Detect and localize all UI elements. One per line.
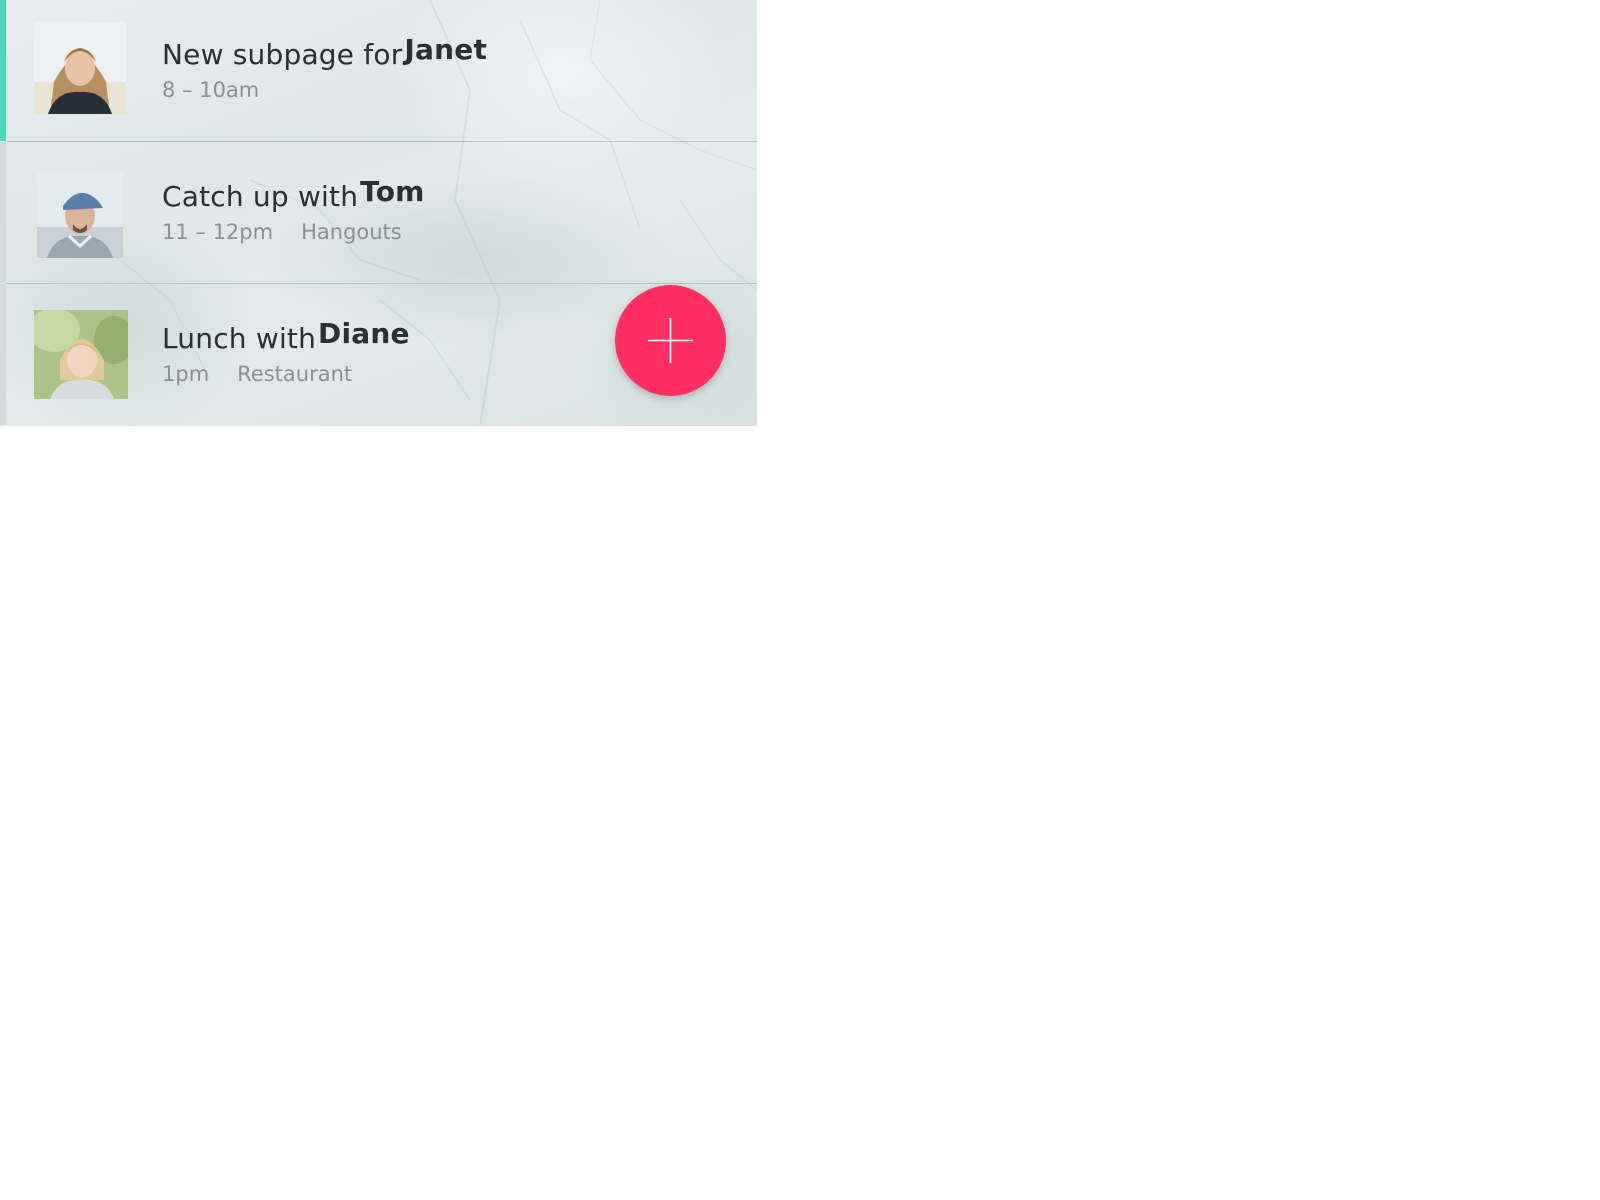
event-time: 1pm <box>162 362 210 386</box>
plus-icon <box>648 318 693 363</box>
event-person-name: Diane <box>318 317 410 350</box>
event-meta: 8 – 10am <box>162 78 259 102</box>
avatar-diane <box>34 310 128 399</box>
avatar-tom <box>37 172 123 258</box>
avatar-janet <box>34 22 126 114</box>
event-title-prefix: Catch up with <box>162 180 359 213</box>
event-location: Hangouts <box>301 220 402 244</box>
event-meta: 1pm Restaurant <box>162 362 352 386</box>
add-event-button[interactable] <box>615 285 726 396</box>
event-title: New subpage forJanet <box>162 33 487 71</box>
event-row-tom[interactable]: Catch up withTom 11 – 12pm Hangouts <box>0 142 757 283</box>
event-location: Restaurant <box>237 362 353 386</box>
event-title-prefix: New subpage for <box>162 38 403 71</box>
event-row-janet[interactable]: New subpage forJanet 8 – 10am <box>0 0 757 141</box>
event-list-panel: New subpage forJanet 8 – 10am Catch up w… <box>0 0 757 426</box>
row-indicator <box>0 142 6 283</box>
event-person-name: Tom <box>360 175 425 208</box>
event-meta: 11 – 12pm Hangouts <box>162 220 402 244</box>
event-title-prefix: Lunch with <box>162 322 317 355</box>
row-indicator <box>0 284 6 425</box>
selected-indicator <box>0 0 6 141</box>
event-title: Lunch withDiane <box>162 317 410 355</box>
event-title: Catch up withTom <box>162 175 425 213</box>
event-time: 11 – 12pm <box>162 220 274 244</box>
event-time: 8 – 10am <box>162 78 260 102</box>
event-person-name: Janet <box>404 33 488 66</box>
